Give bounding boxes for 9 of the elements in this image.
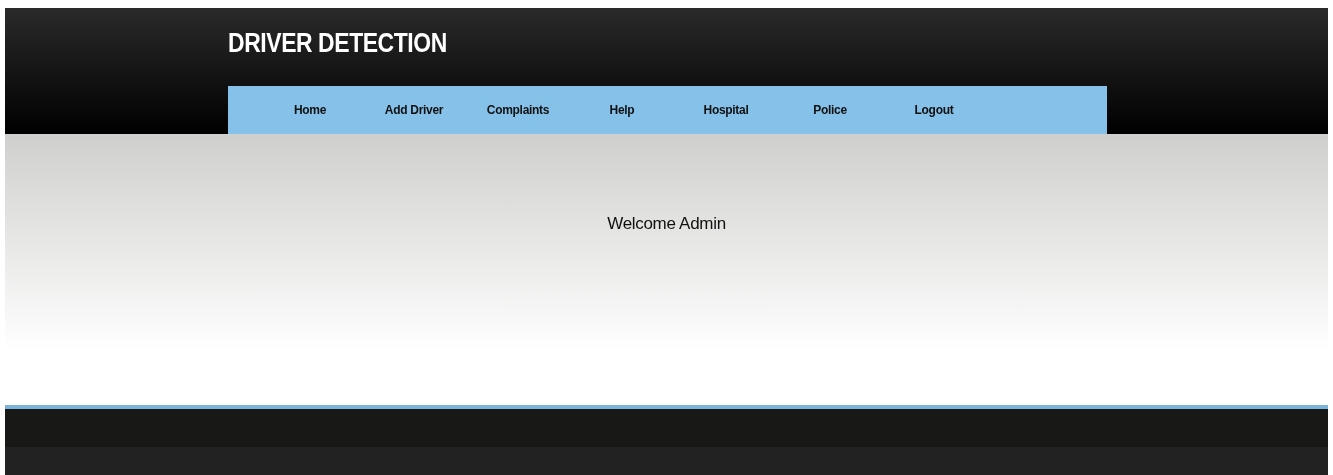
site-title: DRIVER DETECTION — [228, 28, 448, 60]
welcome-message: Welcome Admin — [607, 214, 726, 235]
nav-link[interactable]: Hospital — [674, 97, 778, 123]
nav-link[interactable]: Add Driver — [362, 97, 466, 123]
nav-link[interactable]: Home — [258, 97, 362, 123]
nav-link[interactable]: Help — [570, 97, 674, 123]
nav-link[interactable]: Police — [778, 97, 882, 123]
nav-link[interactable]: Complaints — [466, 97, 570, 123]
nav-link[interactable]: Logout — [882, 97, 986, 123]
